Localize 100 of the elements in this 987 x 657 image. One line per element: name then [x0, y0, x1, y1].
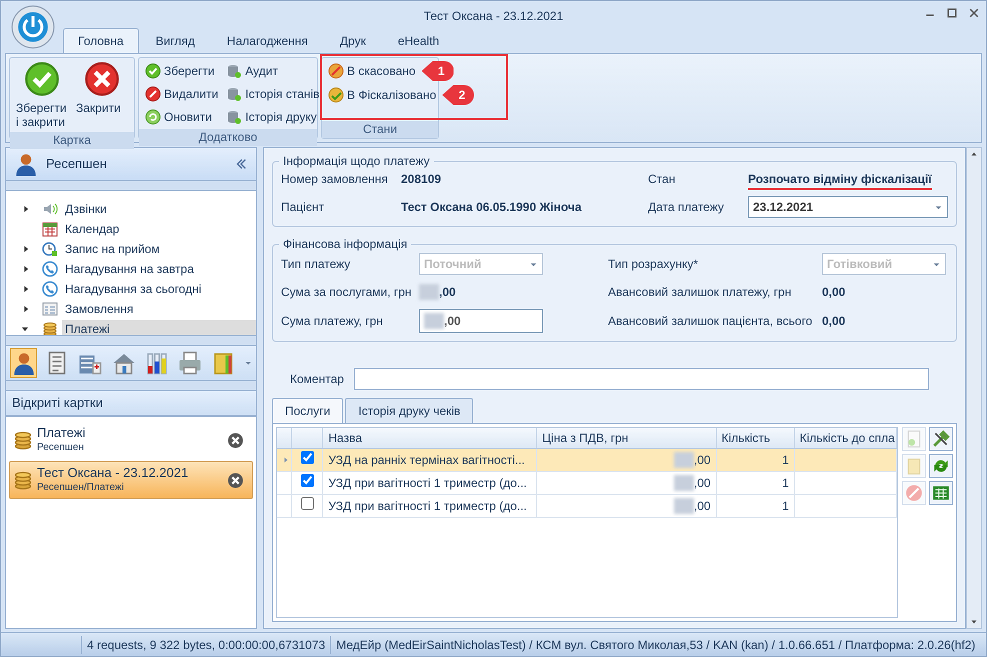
collapse-icon[interactable] — [234, 157, 248, 171]
ribbon-button[interactable]: Зберегти — [143, 61, 217, 80]
card-subtitle: Ресепшен/Платежі — [37, 481, 125, 495]
spreadsheet-icon — [932, 484, 950, 502]
minus-icon — [145, 86, 161, 102]
person-icon — [14, 152, 38, 176]
coins-icon — [42, 321, 58, 335]
field-label: Сума платежу, грн — [281, 313, 384, 330]
table-cell: 1 — [716, 448, 794, 471]
collapsed-arrow-icon[interactable] — [23, 244, 30, 254]
expanded-arrow-icon[interactable] — [20, 326, 30, 332]
ribbon-button[interactable]: Оновити — [143, 107, 214, 126]
ribbon-tab[interactable]: eHealth — [382, 28, 454, 53]
column-header[interactable]: Кількість до спла — [794, 428, 896, 448]
column-header[interactable]: Назва — [322, 428, 537, 448]
close-icon[interactable] — [968, 7, 980, 19]
field-value: 0,00 — [822, 313, 846, 330]
ribbon-button[interactable]: Закрити — [74, 61, 130, 129]
window-title: Тест Оксана - 23.12.2021 — [424, 8, 564, 25]
scroll-up-icon — [970, 150, 978, 158]
field-label: Пацієнт — [281, 199, 326, 216]
open-card[interactable]: Тест Оксана - 23.12.2021 Ресепшен/Платежі — [9, 461, 253, 499]
book-icon — [905, 457, 923, 475]
calendar-icon — [42, 221, 58, 237]
ribbon-tab[interactable]: Налагодження — [212, 28, 323, 53]
toolbar-button[interactable] — [929, 454, 953, 478]
ribbon-tab[interactable]: Друк — [324, 28, 381, 53]
field-value: 208109 — [401, 171, 442, 188]
nav-item[interactable]: Дзвінки — [62, 200, 256, 218]
check-icon — [145, 62, 161, 78]
ribbon-button[interactable]: Історія станів — [224, 84, 322, 103]
table-cell: 1 — [716, 471, 794, 494]
maximize-icon[interactable] — [946, 7, 958, 19]
amount-field[interactable]: ,00 — [419, 309, 543, 333]
field-label: Коментар — [290, 371, 344, 388]
nav-item[interactable]: Платежі — [62, 320, 256, 335]
group-title: Фінансова інформація — [282, 237, 408, 251]
coins-icon — [13, 470, 33, 490]
collapsed-arrow-icon[interactable] — [23, 304, 30, 314]
tab[interactable]: Історія друку чеків — [345, 398, 474, 423]
field-label: Стан — [648, 171, 676, 188]
clock-icon — [42, 241, 58, 257]
ribbon-button[interactable]: В скасовано — [326, 62, 418, 80]
field-label: Авансовий залишок платежу, грн — [608, 284, 792, 301]
blurred-value — [419, 284, 439, 300]
status-text: МедЕйр (MedEirSaintNicholasTest) / КСМ вул. Святого Миколая,53 / KAN (kan) / 1.0.66.651 / Платформа: 2.0.26(hf2) — [330, 636, 980, 654]
ribbon-tab[interactable]: Головна — [63, 28, 139, 53]
no-entry-icon — [905, 484, 923, 502]
phone-icon — [42, 281, 58, 297]
checkbox[interactable] — [300, 474, 314, 486]
tools-icon — [932, 430, 950, 448]
toolbar-button[interactable] — [929, 427, 953, 451]
ribbon-button[interactable]: В Фіскалізовано — [326, 86, 438, 104]
group-caption: Стани — [322, 121, 438, 138]
field-value: ,00 — [439, 284, 456, 301]
column-header[interactable]: Кількість — [716, 428, 794, 448]
close-icon[interactable] — [227, 472, 244, 488]
tab[interactable]: Послуги — [272, 398, 344, 423]
nav-item[interactable]: Запис на прийом — [62, 240, 256, 258]
group-caption: Картка — [10, 132, 134, 149]
checkbox[interactable] — [300, 450, 314, 464]
coins-icon — [13, 430, 33, 450]
nav-item[interactable]: Нагадування за сьогодні — [62, 280, 256, 298]
database-icon — [226, 62, 242, 78]
cross-icon — [84, 61, 120, 97]
field-label: Тип платежу — [281, 256, 352, 273]
panel-header: Відкриті картки — [5, 390, 257, 416]
ribbon-button[interactable]: Видалити — [143, 84, 220, 103]
person-icon — [12, 351, 36, 375]
callout-badge: 2 — [442, 85, 474, 105]
nav-item[interactable]: Нагадування на завтра — [62, 260, 256, 278]
app-logo[interactable] — [11, 5, 55, 49]
document-icon — [905, 430, 923, 448]
field-label: Авансовий залишок пацієнта, всього — [608, 313, 814, 330]
collapsed-arrow-icon[interactable] — [23, 284, 30, 294]
group-title: Інформація щодо платежу — [282, 154, 431, 168]
scrollbar[interactable] — [966, 147, 982, 629]
check-icon — [24, 61, 60, 97]
ribbon-button[interactable]: Аудит — [224, 61, 280, 80]
phone-icon — [42, 261, 58, 277]
ribbon-tab[interactable]: Вигляд — [140, 28, 210, 53]
nav-item[interactable]: Замовлення — [62, 300, 256, 318]
callout-badge: 1 — [422, 61, 454, 81]
column-header[interactable]: Ціна з ПДВ, грн — [536, 428, 716, 448]
ribbon-button[interactable]: Зберегти і закрити — [14, 61, 70, 129]
toolbar-button[interactable] — [929, 481, 953, 505]
status-value: Розпочато відміну фіскалізації — [748, 172, 932, 190]
comment-field[interactable] — [354, 368, 929, 390]
collapsed-arrow-icon[interactable] — [23, 204, 30, 214]
nav-item[interactable]: Календар — [62, 220, 256, 238]
toolbar-button[interactable] — [10, 348, 38, 378]
field-label: Дата платежу — [648, 199, 725, 216]
table-cell: ,00 — [694, 498, 711, 512]
collapsed-arrow-icon[interactable] — [23, 264, 30, 274]
checkbox[interactable] — [300, 496, 314, 510]
coin-icon — [328, 87, 344, 103]
open-card[interactable]: Платежі Ресепшен — [9, 421, 253, 459]
date-dropdown[interactable]: 23.12.2021 — [748, 196, 948, 218]
close-icon[interactable] — [227, 432, 244, 448]
ribbon-button[interactable]: Історія друку — [224, 107, 319, 126]
